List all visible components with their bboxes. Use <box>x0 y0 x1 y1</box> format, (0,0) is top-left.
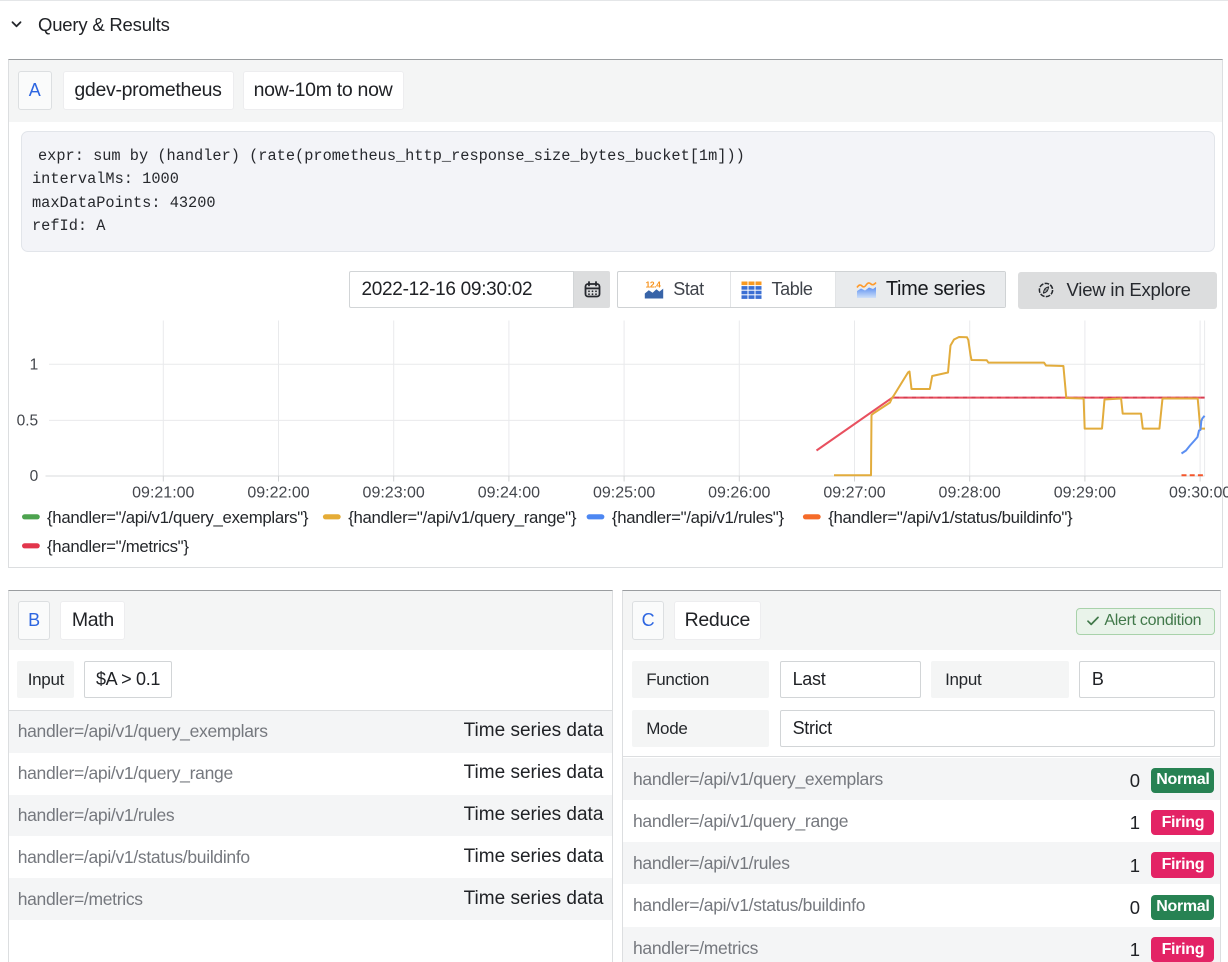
svg-text:12.4: 12.4 <box>646 280 662 290</box>
